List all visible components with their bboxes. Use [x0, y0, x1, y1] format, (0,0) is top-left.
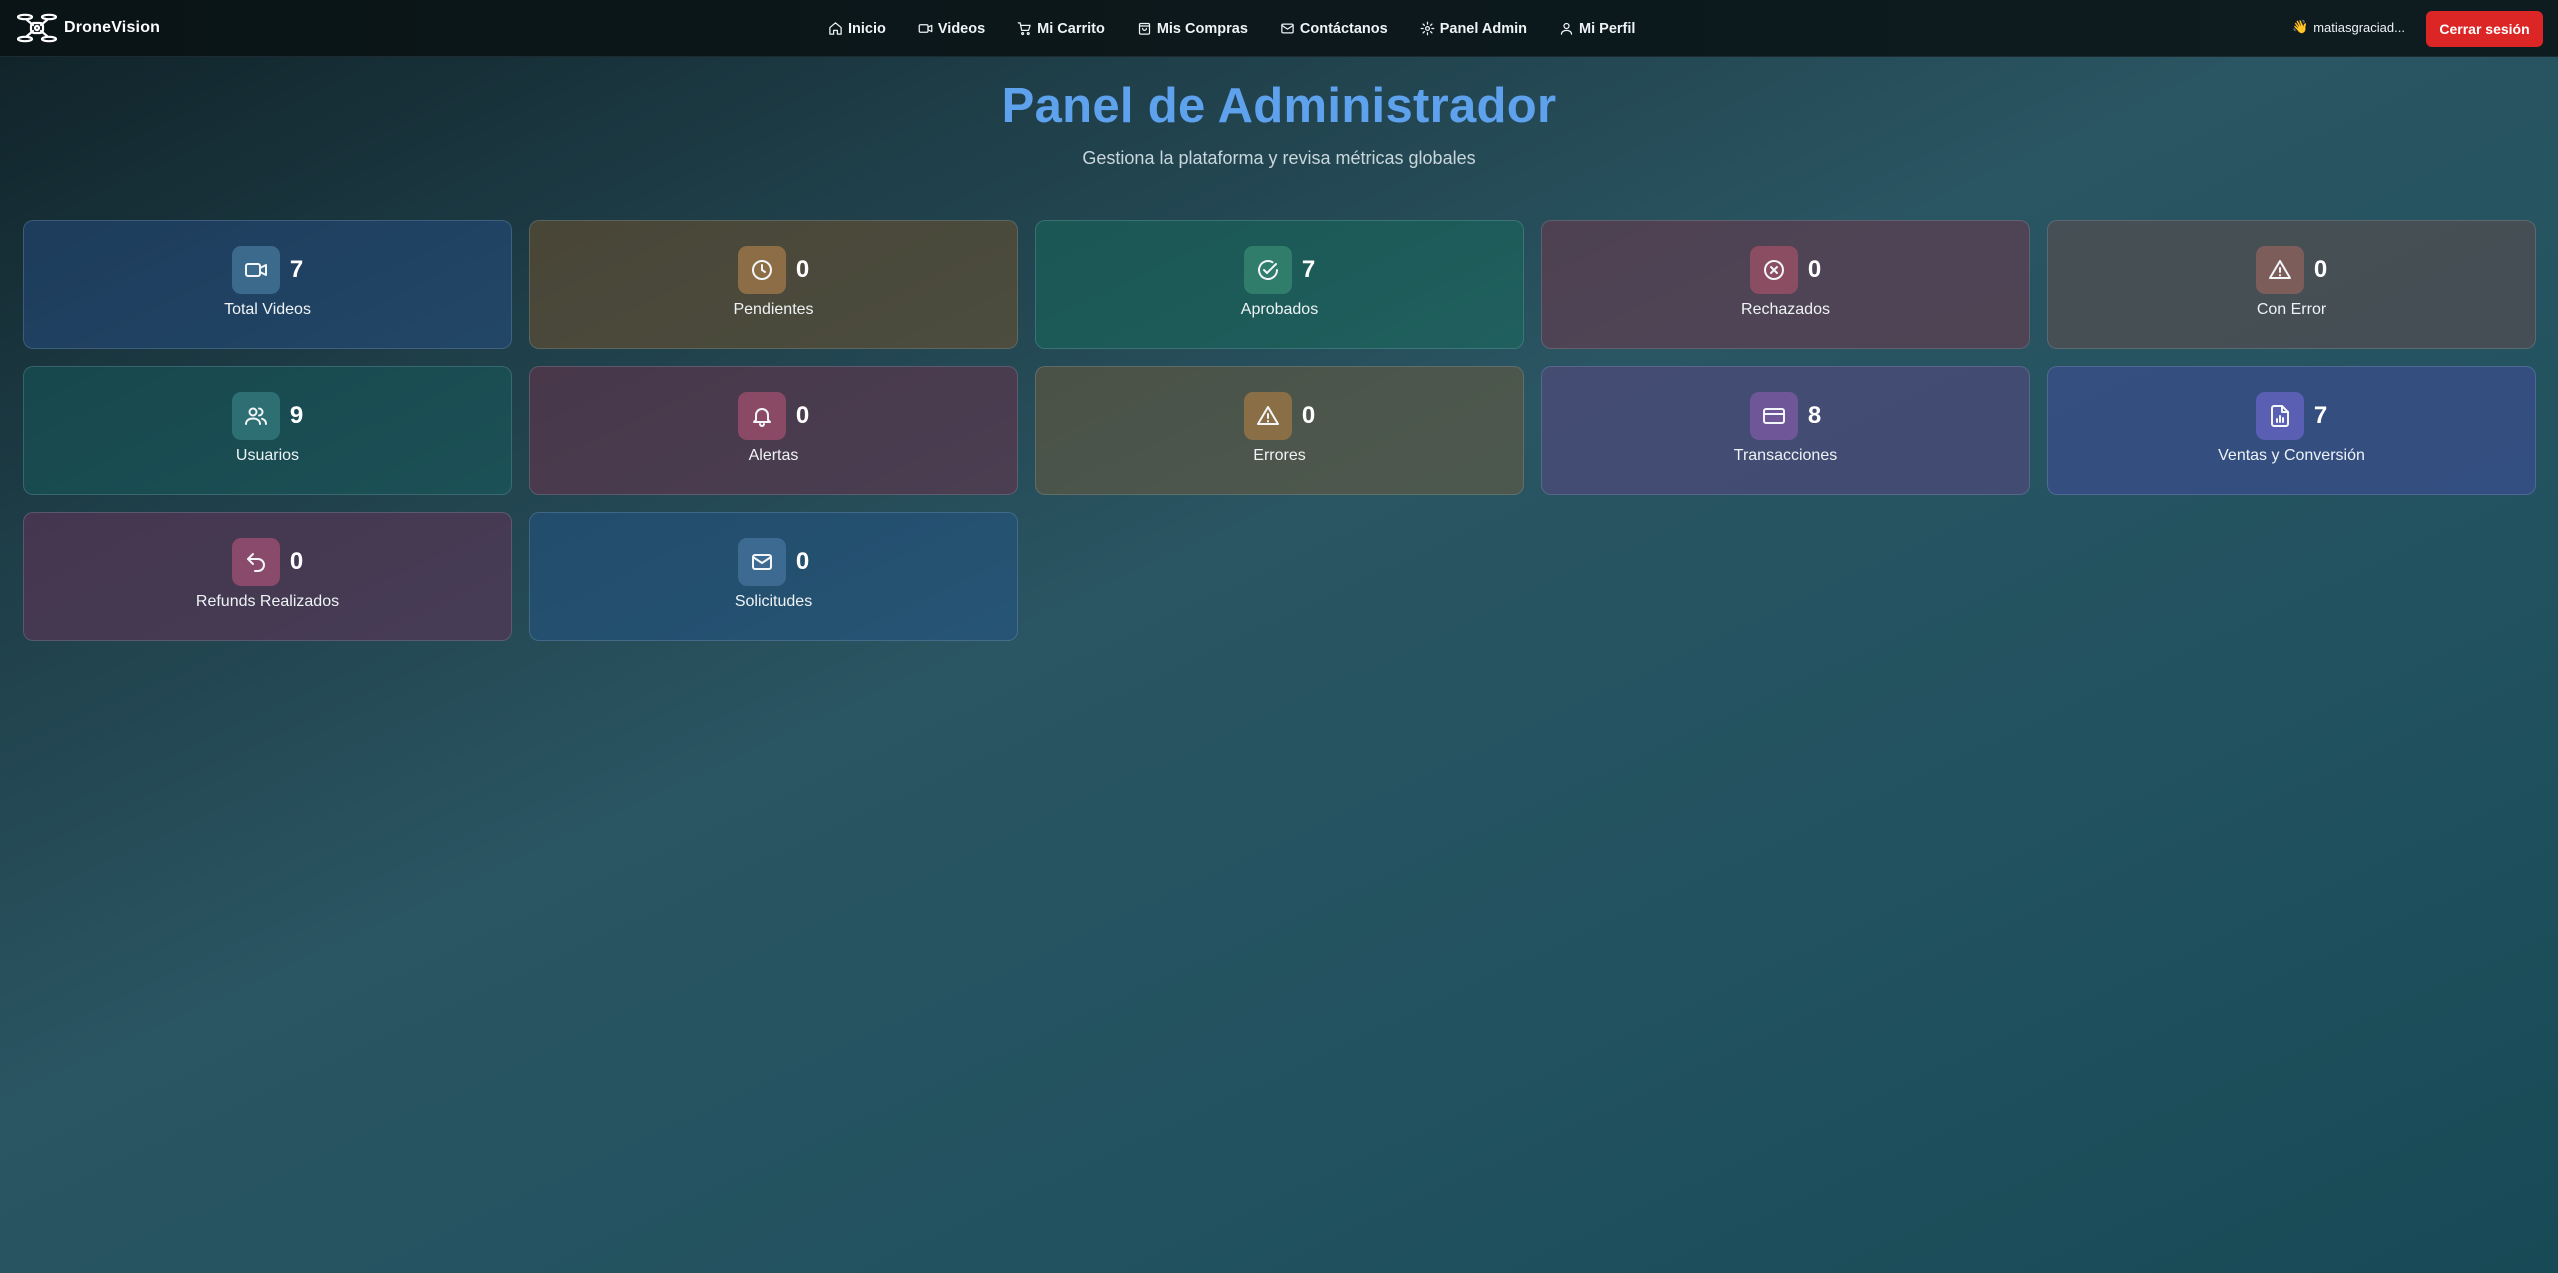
nav-link-label: Inicio [848, 20, 886, 37]
nav-link-mi-carrito[interactable]: Mi Carrito [1017, 21, 1105, 37]
stat-card-solicitudes[interactable]: 0 Solicitudes [529, 512, 1018, 641]
user-icon [1560, 22, 1573, 35]
brand-name: DroneVision [64, 19, 161, 36]
nav-link-inicio[interactable]: Inicio [828, 21, 886, 37]
stat-card-con-error[interactable]: 0 Con Error [2047, 220, 2536, 349]
stat-value: 0 [1807, 256, 1822, 283]
stat-card-usuarios[interactable]: 9 Usuarios [23, 366, 512, 495]
stat-card-transacciones[interactable]: 8 Transacciones [1541, 366, 2030, 495]
stat-label: Pendientes [733, 301, 814, 318]
nav-link-label: Mis Compras [1156, 20, 1248, 37]
nav-link-mi-perfil[interactable]: Mi Perfil [1559, 21, 1635, 37]
x-circle-icon [1749, 246, 1798, 294]
credit-card-icon [1749, 392, 1798, 440]
user-greeting[interactable]: 👋 matiasgraciad... [2292, 19, 2405, 35]
stat-card-errores[interactable]: 0 Errores [1035, 366, 1524, 495]
stat-label: Aprobados [1240, 301, 1319, 318]
stat-card-alertas[interactable]: 0 Alertas [529, 366, 1018, 495]
stat-card-aprobados[interactable]: 7 Aprobados [1035, 220, 1524, 349]
video-icon [918, 24, 933, 33]
stat-card-total-videos[interactable]: 7 Total Videos [23, 220, 512, 349]
nav-link-label: Panel Admin [1439, 20, 1528, 37]
stat-card-pendientes[interactable]: 0 Pendientes [529, 220, 1018, 349]
check-circle-icon [1243, 246, 1292, 294]
stat-value: 0 [795, 548, 810, 575]
gear-icon [1420, 21, 1435, 36]
home-icon [829, 22, 842, 35]
stat-value: 7 [2313, 402, 2328, 429]
stat-label: Refunds Realizados [195, 593, 340, 610]
stat-label: Ventas y Conversión [2218, 447, 2365, 464]
stat-card-rechazados[interactable]: 0 Rechazados [1541, 220, 2030, 349]
wave-icon: 👋 [2292, 19, 2309, 34]
users-icon [231, 392, 280, 440]
stat-value: 7 [289, 256, 304, 283]
clock-icon [737, 246, 786, 294]
undo-icon [231, 538, 280, 586]
stat-label: Total Videos [224, 301, 311, 318]
page-title: Panel de Administrador [1001, 79, 1557, 133]
stat-label: Transacciones [1733, 447, 1838, 464]
stat-card-refunds[interactable]: 0 Refunds Realizados [23, 512, 512, 641]
stat-value: 8 [1807, 402, 1822, 429]
brand-link[interactable]: DroneVision [16, 10, 160, 46]
bell-icon [737, 392, 786, 440]
stat-value: 0 [795, 256, 810, 283]
shopping-bag-icon [1138, 22, 1150, 35]
nav-link-videos[interactable]: Videos [918, 21, 985, 37]
stat-label: Errores [1253, 447, 1306, 464]
stat-value: 7 [1301, 256, 1316, 283]
stat-value: 0 [289, 548, 304, 575]
nav-link-contactanos[interactable]: Contáctanos [1280, 21, 1388, 37]
mail-icon [1281, 23, 1294, 34]
nav-link-label: Mi Perfil [1579, 20, 1636, 37]
top-navbar: DroneVision Inicio Videos Mi Carrito Mis… [0, 0, 2558, 57]
stat-value: 9 [289, 402, 304, 429]
stat-value: 0 [2313, 256, 2328, 283]
stat-label: Con Error [2256, 301, 2327, 318]
report-chart-icon [2255, 392, 2304, 440]
nav-link-panel-admin[interactable]: Panel Admin [1420, 21, 1527, 37]
stat-label: Alertas [748, 447, 799, 464]
user-name: matiasgraciad... [2313, 19, 2405, 35]
stat-label: Usuarios [235, 447, 300, 464]
logout-button[interactable]: Cerrar sesión [2426, 11, 2543, 47]
nav-link-label: Mi Carrito [1037, 20, 1105, 37]
warning-icon [1243, 392, 1292, 440]
cart-icon [1017, 22, 1031, 36]
stat-value: 0 [795, 402, 810, 429]
page-subtitle: Gestiona la plataforma y revisa métricas… [1082, 148, 1476, 168]
stat-label: Solicitudes [734, 593, 813, 610]
nav-link-label: Videos [937, 20, 986, 37]
nav-link-label: Contáctanos [1299, 20, 1388, 37]
video-icon [231, 246, 280, 294]
drone-logo-icon [16, 13, 58, 43]
warning-icon [2255, 246, 2304, 294]
stat-value: 0 [1301, 402, 1316, 429]
stat-label: Rechazados [1741, 301, 1830, 318]
mail-icon [737, 538, 786, 586]
stats-grid: 7 Total Videos 0 Pendientes 7 Aprobados … [23, 220, 2536, 641]
stat-card-ventas-conversion[interactable]: 7 Ventas y Conversión [2047, 366, 2536, 495]
nav-links: Inicio Videos Mi Carrito Mis Compras Con… [828, 0, 1635, 57]
nav-link-mis-compras[interactable]: Mis Compras [1137, 21, 1248, 37]
